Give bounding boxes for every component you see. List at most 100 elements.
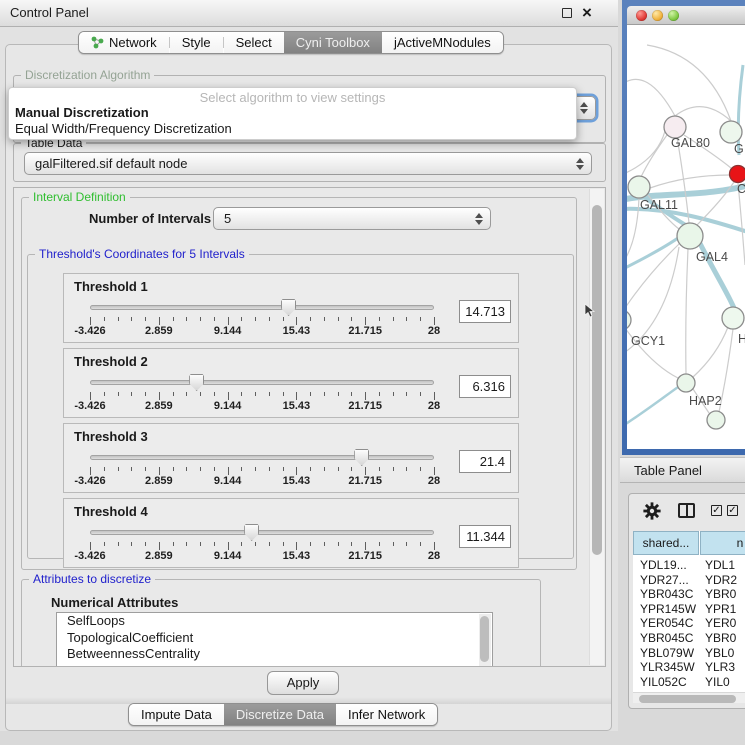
- table-cell[interactable]: YER054C: [640, 616, 693, 631]
- network-node-gcy1[interactable]: [627, 310, 631, 330]
- network-node-hap2[interactable]: [677, 374, 695, 392]
- tick-label: 15.43: [283, 400, 311, 412]
- node-label: C: [737, 182, 745, 196]
- column-layout-icon[interactable]: [678, 503, 695, 518]
- settings-scrollbar[interactable]: [589, 189, 604, 665]
- table-cell[interactable]: YBR043C: [640, 587, 693, 602]
- table-cell[interactable]: YPR145W: [640, 602, 696, 617]
- tick-label: -3.426: [74, 550, 105, 562]
- table-header-cell[interactable]: shared...: [633, 531, 699, 555]
- tab-label: Infer Network: [348, 707, 425, 722]
- slider-track[interactable]: [90, 455, 434, 460]
- tab-network[interactable]: Network: [79, 32, 169, 53]
- network-node-gal11[interactable]: [628, 176, 650, 198]
- tick-mark: [228, 392, 229, 400]
- combo-stepper-icon: [576, 158, 584, 170]
- node-table[interactable]: shared...n YDL19... YDL1 YDR27... YDR2 YBR04…: [633, 531, 745, 692]
- thresholds-group-title: Threshold's Coordinates for 5 Intervals: [35, 247, 249, 261]
- threshold-value-field[interactable]: 14.713: [459, 300, 511, 323]
- tab-discretize-data[interactable]: Discretize Data: [224, 704, 336, 725]
- minimize-traffic-light-icon[interactable]: [652, 10, 663, 21]
- tick-label: 28: [428, 325, 440, 337]
- table-cell[interactable]: YER0: [705, 616, 736, 631]
- number-of-intervals-combobox[interactable]: 5: [213, 207, 491, 230]
- network-node-h[interactable]: [722, 307, 744, 329]
- tab-impute-data[interactable]: Impute Data: [129, 704, 224, 725]
- slider-thumb[interactable]: [281, 299, 296, 316]
- tab-cyni-toolbox[interactable]: Cyni Toolbox: [284, 32, 382, 53]
- table-cell[interactable]: YLR3: [705, 660, 735, 675]
- attributes-scrollbar[interactable]: [479, 614, 491, 666]
- table-cell[interactable]: YLR345W: [640, 660, 695, 675]
- close-traffic-light-icon[interactable]: [636, 10, 647, 21]
- threshold-value-field[interactable]: 6.316: [459, 375, 511, 398]
- network-node-g[interactable]: [720, 121, 742, 143]
- slider-thumb[interactable]: [354, 449, 369, 466]
- float-window-icon[interactable]: [562, 8, 572, 18]
- tab-style[interactable]: Style: [170, 32, 223, 53]
- numerical-attributes-list[interactable]: SelfLoopsTopologicalCoefficientBetweenne…: [56, 612, 493, 667]
- table-cell[interactable]: YIL052C: [640, 675, 687, 690]
- table-cell[interactable]: YBR0: [705, 631, 736, 646]
- tick-label: 21.715: [348, 400, 382, 412]
- tab-jactivemnodules[interactable]: jActiveMNodules: [382, 32, 503, 53]
- tab-select[interactable]: Select: [224, 32, 284, 53]
- table-header-cell[interactable]: n: [700, 531, 745, 555]
- attribute-item-selfloops[interactable]: SelfLoops: [57, 613, 492, 630]
- tick-mark: [379, 392, 380, 396]
- slider-tick-labels: -3.4262.8599.14415.4321.71528: [90, 550, 434, 562]
- tick-mark: [420, 317, 421, 321]
- table-cell[interactable]: YBR045C: [640, 631, 693, 646]
- tick-mark: [200, 317, 201, 321]
- table-cell[interactable]: YBL0: [705, 646, 734, 661]
- tick-mark: [255, 392, 256, 396]
- table-cell[interactable]: YIL0: [705, 675, 730, 690]
- slider-track[interactable]: [90, 380, 434, 385]
- algorithm-option-manual-discretization[interactable]: Manual Discretization: [15, 105, 149, 120]
- close-icon[interactable]: ×: [582, 3, 592, 23]
- table-cell[interactable]: YDL19...: [640, 558, 687, 573]
- tick-mark: [255, 317, 256, 321]
- slider-track[interactable]: [90, 305, 434, 310]
- tab-infer-network[interactable]: Infer Network: [336, 704, 437, 725]
- tick-mark: [145, 542, 146, 546]
- scrollbar-thumb[interactable]: [592, 205, 602, 555]
- network-canvas[interactable]: GAL80GCGAL11GAL4GCY1HHAP2: [627, 25, 745, 449]
- table-cell[interactable]: YBR0: [705, 587, 736, 602]
- tick-mark: [296, 467, 297, 475]
- tick-mark: [241, 542, 242, 546]
- table-data-combobox[interactable]: galFiltered.sif default node: [24, 152, 592, 175]
- apply-button[interactable]: Apply: [267, 671, 339, 695]
- slider-thumb[interactable]: [244, 524, 259, 541]
- attribute-item-topologicalcoefficient[interactable]: TopologicalCoefficient: [57, 630, 492, 647]
- checkbox-icon[interactable]: ✓: [711, 505, 722, 516]
- tick-mark: [406, 542, 407, 546]
- gear-icon[interactable]: [642, 501, 662, 521]
- network-node-gal4[interactable]: [677, 223, 703, 249]
- table-cell[interactable]: YDL1: [705, 558, 735, 573]
- checkbox-icon[interactable]: ✓: [727, 505, 738, 516]
- scrollbar-thumb[interactable]: [639, 695, 736, 703]
- top-tab-strip: NetworkStyleSelectCyni ToolboxjActiveMNo…: [78, 31, 504, 54]
- table-cell[interactable]: YDR27...: [640, 573, 689, 588]
- tick-mark: [338, 542, 339, 546]
- tick-mark: [118, 317, 119, 321]
- algorithm-option-equal-width-frequency-discretization[interactable]: Equal Width/Frequency Discretization: [15, 121, 232, 136]
- table-cell[interactable]: YPR1: [705, 602, 736, 617]
- slider-thumb[interactable]: [189, 374, 204, 391]
- table-cell[interactable]: YBL079W: [640, 646, 694, 661]
- network-node-c[interactable]: [730, 166, 745, 183]
- discretization-algorithm-group-title: Discretization Algorithm: [21, 68, 154, 82]
- scrollbar-thumb[interactable]: [480, 616, 489, 662]
- threshold-value-field[interactable]: 11.344: [459, 525, 511, 548]
- table-cell[interactable]: YDR2: [705, 573, 737, 588]
- attribute-item-betweennesscentrality[interactable]: BetweennessCentrality: [57, 646, 492, 663]
- slider-track[interactable]: [90, 530, 434, 535]
- tick-label: 9.144: [214, 475, 242, 487]
- table-horizontal-scrollbar[interactable]: [633, 692, 745, 703]
- tick-mark: [255, 542, 256, 546]
- network-node-gal80[interactable]: [664, 116, 686, 138]
- network-node[interactable]: [707, 411, 725, 429]
- zoom-traffic-light-icon[interactable]: [668, 10, 679, 21]
- threshold-value-field[interactable]: 21.4: [459, 450, 511, 473]
